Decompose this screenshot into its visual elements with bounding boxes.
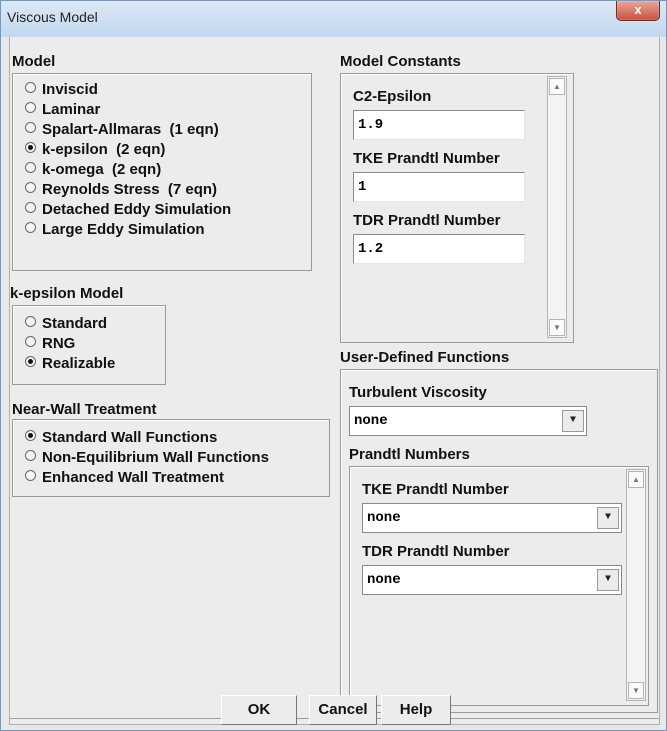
scroll-down-icon[interactable]: ▼ [628,682,644,699]
title-bar: Viscous Model x [1,1,666,37]
radio-laminar[interactable]: Laminar [25,100,100,120]
c2-epsilon-field[interactable]: 1.9 [353,110,525,140]
udf-section-label: User-Defined Functions [340,349,510,366]
scroll-up-icon[interactable]: ▲ [549,78,565,95]
ok-button[interactable]: OK [221,695,297,725]
radio-icon [25,450,36,461]
radio-realizable[interactable]: Realizable [25,354,115,374]
model-group: Inviscid Laminar Spalart-Allmaras (1 eqn… [12,73,312,271]
radio-standard[interactable]: Standard [25,314,107,334]
scroll-down-icon[interactable]: ▼ [549,319,565,336]
radio-icon [25,336,36,347]
radio-reynolds-stress[interactable]: Reynolds Stress (7 eqn) [25,180,217,200]
help-button[interactable]: Help [381,695,451,725]
radio-icon [25,202,36,213]
tke-prandtl-label: TKE Prandtl Number [353,150,500,167]
udf-tke-prandtl-select[interactable]: none ▼ [362,503,622,533]
radio-icon [25,316,36,327]
constants-group: C2-Epsilon 1.9 TKE Prandtl Number 1 TDR … [340,73,574,343]
radio-selected-icon [25,430,36,441]
chevron-down-icon[interactable]: ▼ [597,569,619,591]
radio-icon [25,222,36,233]
udf-group: Turbulent Viscosity none ▼ Prandtl Numbe… [340,369,658,713]
chevron-down-icon[interactable]: ▼ [562,410,584,432]
radio-icon [25,182,36,193]
constants-section-label: Model Constants [340,53,461,70]
tdr-prandtl-field[interactable]: 1.2 [353,234,525,264]
prandtl-numbers-group: TKE Prandtl Number none ▼ TDR Prandtl Nu… [349,466,649,706]
cancel-button[interactable]: Cancel [309,695,377,725]
kepsilon-group: Standard RNG Realizable [12,305,166,385]
radio-selected-icon [25,142,36,153]
radio-large-eddy[interactable]: Large Eddy Simulation [25,220,205,240]
constants-scrollbar[interactable]: ▲ ▼ [547,76,567,338]
radio-k-omega[interactable]: k-omega (2 eqn) [25,160,161,180]
window-title: Viscous Model [7,9,98,25]
prandtl-scrollbar[interactable]: ▲ ▼ [626,469,646,701]
radio-spalart-allmaras[interactable]: Spalart-Allmaras (1 eqn) [25,120,219,140]
chevron-down-icon[interactable]: ▼ [597,507,619,529]
close-icon[interactable]: x [616,1,660,21]
radio-non-equilibrium[interactable]: Non-Equilibrium Wall Functions [25,448,269,468]
radio-k-epsilon[interactable]: k-epsilon (2 eqn) [25,140,165,160]
radio-enhanced-wall[interactable]: Enhanced Wall Treatment [25,468,224,488]
scroll-up-icon[interactable]: ▲ [628,471,644,488]
radio-inviscid[interactable]: Inviscid [25,80,98,100]
turbulent-viscosity-label: Turbulent Viscosity [349,384,487,401]
radio-icon [25,470,36,481]
tdr-prandtl-label: TDR Prandtl Number [353,212,501,229]
radio-selected-icon [25,356,36,367]
radio-detached-eddy[interactable]: Detached Eddy Simulation [25,200,231,220]
radio-rng[interactable]: RNG [25,334,75,354]
radio-icon [25,82,36,93]
radio-icon [25,122,36,133]
c2-epsilon-label: C2-Epsilon [353,88,432,105]
viscous-model-dialog: Viscous Model x Model Inviscid Laminar S… [0,0,667,731]
radio-icon [25,102,36,113]
dialog-body: Model Inviscid Laminar Spalart-Allmaras … [9,37,660,725]
near-wall-group: Standard Wall Functions Non-Equilibrium … [12,419,330,497]
udf-tke-prandtl-label: TKE Prandtl Number [362,481,509,498]
radio-standard-wall-functions[interactable]: Standard Wall Functions [25,428,217,448]
udf-tdr-prandtl-select[interactable]: none ▼ [362,565,622,595]
prandtl-numbers-label: Prandtl Numbers [349,446,470,463]
turbulent-viscosity-select[interactable]: none ▼ [349,406,587,436]
radio-icon [25,162,36,173]
udf-tdr-prandtl-label: TDR Prandtl Number [362,543,510,560]
tke-prandtl-field[interactable]: 1 [353,172,525,202]
near-wall-section-label: Near-Wall Treatment [12,401,157,418]
model-section-label: Model [12,53,56,70]
kepsilon-section-label: k-epsilon Model [10,285,124,302]
